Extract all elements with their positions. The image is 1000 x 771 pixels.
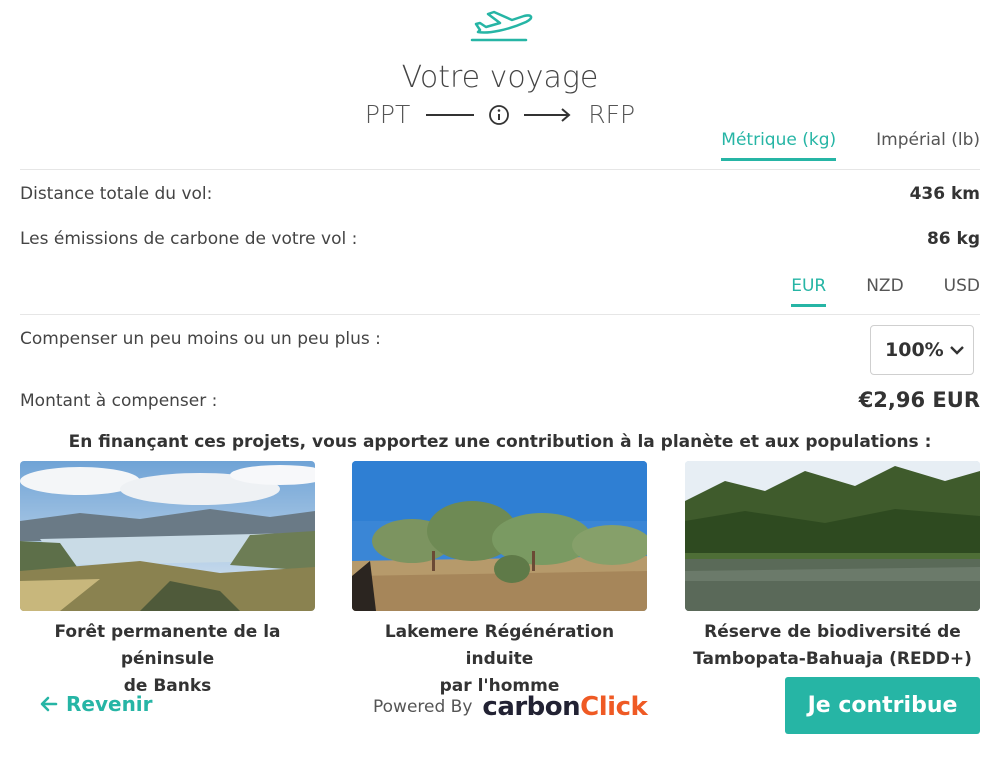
- amount-value: €2,96 EUR: [858, 388, 980, 412]
- powered-by: Powered By carbonClick: [373, 692, 648, 722]
- emissions-label: Les émissions de carbone de votre vol :: [20, 229, 358, 249]
- project-title: Lakemere Régénération induite par l'homm…: [352, 619, 647, 700]
- tab-nzd[interactable]: NZD: [866, 276, 903, 307]
- origin-code: PPT: [364, 100, 411, 129]
- route: PPT RFP: [0, 100, 1000, 129]
- logo-text-dark: carbon: [482, 692, 581, 722]
- project-title-line: Forêt permanente de la péninsule: [54, 622, 281, 669]
- distance-label: Distance totale du vol:: [20, 184, 213, 204]
- amount-label: Montant à compenser :: [20, 391, 218, 411]
- project-title: Forêt permanente de la péninsule de Bank…: [20, 619, 315, 700]
- airplane-icon: [468, 10, 536, 44]
- project-title-line: Tambopata-Bahuaja (REDD+): [693, 649, 972, 669]
- unit-tabs: Métrique (kg) Impérial (lb): [721, 130, 980, 161]
- project-title: Réserve de biodiversité de Tambopata-Bah…: [685, 619, 980, 673]
- chevron-down-icon: [950, 346, 964, 355]
- project-title-line: Lakemere Régénération induite: [384, 622, 615, 669]
- tab-metric[interactable]: Métrique (kg): [721, 130, 837, 161]
- destination-code: RFP: [588, 100, 636, 129]
- tab-usd[interactable]: USD: [944, 276, 980, 307]
- project-card[interactable]: Forêt permanente de la péninsule de Bank…: [20, 461, 315, 700]
- arrow-left-icon: [40, 696, 58, 712]
- project-title-line: Réserve de biodiversité de: [704, 622, 961, 642]
- project-image: [352, 461, 647, 611]
- powered-by-label: Powered By: [373, 697, 473, 717]
- offset-select-value: 100%: [885, 339, 944, 361]
- tab-eur[interactable]: EUR: [791, 276, 827, 307]
- back-label: Revenir: [66, 692, 153, 716]
- contribute-button[interactable]: Je contribue: [785, 677, 980, 734]
- project-card[interactable]: Lakemere Régénération induite par l'homm…: [352, 461, 647, 700]
- project-image: [20, 461, 315, 611]
- distance-value: 436 km: [909, 184, 980, 204]
- divider: [20, 314, 980, 315]
- projects-intro: En finançant ces projets, vous apportez …: [68, 432, 932, 452]
- info-icon[interactable]: [488, 104, 510, 126]
- page-title: Votre voyage: [401, 60, 599, 95]
- project-card[interactable]: Réserve de biodiversité de Tambopata-Bah…: [685, 461, 980, 673]
- project-image: [685, 461, 980, 611]
- logo-text-orange: Click: [580, 692, 648, 722]
- route-line: [426, 113, 475, 116]
- tab-imperial[interactable]: Impérial (lb): [876, 130, 980, 161]
- divider: [20, 169, 980, 170]
- back-button[interactable]: Revenir: [40, 692, 153, 716]
- offset-select[interactable]: 100%: [870, 325, 974, 375]
- offset-label: Compenser un peu moins ou un peu plus :: [20, 329, 381, 349]
- currency-tabs: EUR NZD USD: [791, 276, 980, 307]
- emissions-value: 86 kg: [926, 229, 980, 249]
- route-arrow: [524, 107, 571, 122]
- carbonclick-logo: carbonClick: [482, 692, 647, 722]
